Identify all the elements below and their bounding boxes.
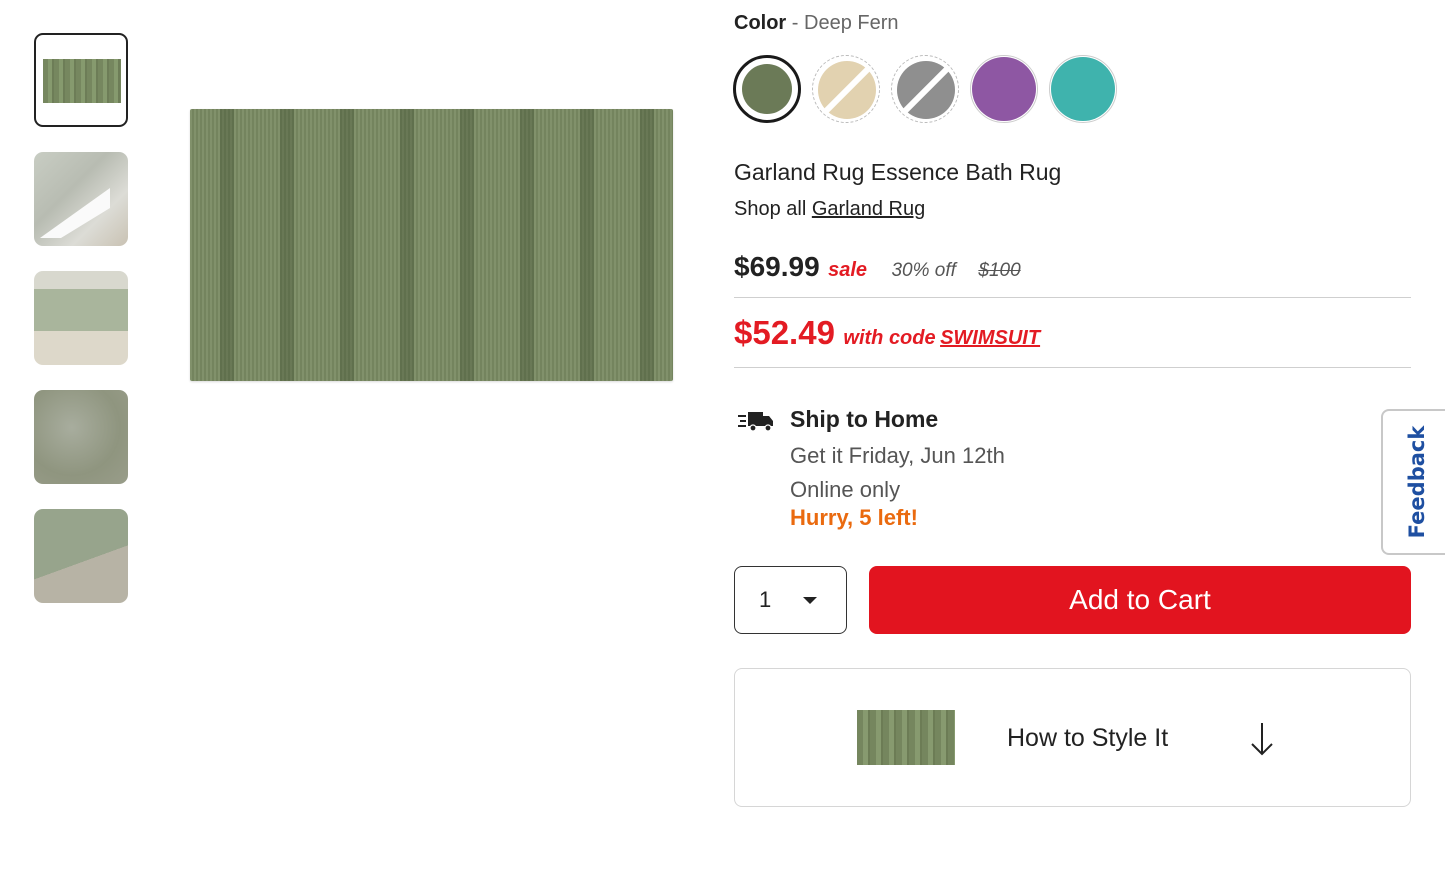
low-stock-warning: Hurry, 5 left! — [790, 505, 918, 530]
style-thumbnail — [857, 710, 955, 765]
thumbnail-2[interactable] — [34, 152, 128, 246]
color-swatches — [733, 55, 1133, 123]
divider — [734, 297, 1411, 298]
price-row: $69.99 sale 30% off $100 — [734, 251, 1021, 287]
add-to-cart-button[interactable]: Add to Cart — [869, 566, 1411, 634]
thumbnail-3[interactable] — [34, 271, 128, 365]
brand-link[interactable]: Garland Rug — [812, 198, 925, 220]
thumbnail-4[interactable] — [34, 390, 128, 484]
color-selection-label: Color - Deep Fern — [734, 12, 899, 35]
product-title: Garland Rug Essence Bath Rug — [734, 159, 1062, 185]
swatch-gray-unavailable[interactable] — [891, 55, 959, 123]
discount-percent: 30% off — [891, 260, 956, 281]
how-to-style-it-card[interactable]: How to Style It — [734, 668, 1411, 807]
main-product-image[interactable] — [190, 109, 673, 381]
how-to-style-it-label: How to Style It — [1007, 724, 1169, 752]
swatch-color — [742, 64, 792, 114]
arrow-down-icon — [1251, 723, 1273, 756]
swatch-color — [972, 57, 1036, 121]
color-value: Deep Fern — [804, 12, 899, 34]
promo-text: with code — [843, 327, 936, 349]
feedback-label: Feedback — [1405, 425, 1429, 539]
caret-down-icon — [803, 597, 817, 604]
promo-code-link[interactable]: SWIMSUIT — [940, 327, 1040, 349]
swatch-linen-unavailable[interactable] — [812, 55, 880, 123]
swatch-purple[interactable] — [970, 55, 1038, 123]
thumbnail-image — [40, 188, 110, 238]
online-only-text: Online only — [790, 477, 901, 502]
original-price: $100 — [978, 260, 1021, 281]
promo-row: $52.49 with code SWIMSUIT — [734, 314, 1040, 352]
color-separator: - — [791, 12, 799, 34]
thumbnail-image — [43, 59, 121, 103]
unavailable-slash-icon — [823, 66, 871, 114]
sale-label: sale — [828, 259, 868, 281]
sale-price: $69.99 — [734, 251, 820, 282]
unavailable-slash-icon — [902, 66, 950, 114]
truck-icon — [738, 412, 773, 432]
color-label: Color — [734, 12, 787, 34]
thumbnail-1-selected[interactable] — [34, 33, 128, 127]
thumbnail-5[interactable] — [34, 509, 128, 603]
swatch-color — [818, 61, 876, 119]
shop-all-prefix: Shop all — [734, 198, 807, 220]
quantity-value: 1 — [759, 587, 772, 612]
divider — [734, 367, 1411, 368]
ship-to-home-title: Ship to Home — [790, 406, 939, 432]
swatch-color — [1051, 57, 1115, 121]
promo-price: $52.49 — [734, 314, 835, 351]
delivery-date: Get it Friday, Jun 12th — [790, 443, 1005, 468]
shop-all-line: Shop all Garland Rug — [734, 198, 925, 221]
swatch-color — [897, 61, 955, 119]
swatch-deep-fern[interactable] — [733, 55, 801, 123]
quantity-select[interactable]: 1 — [734, 566, 847, 634]
swatch-teal[interactable] — [1049, 55, 1117, 123]
feedback-tab[interactable]: Feedback — [1381, 409, 1445, 555]
